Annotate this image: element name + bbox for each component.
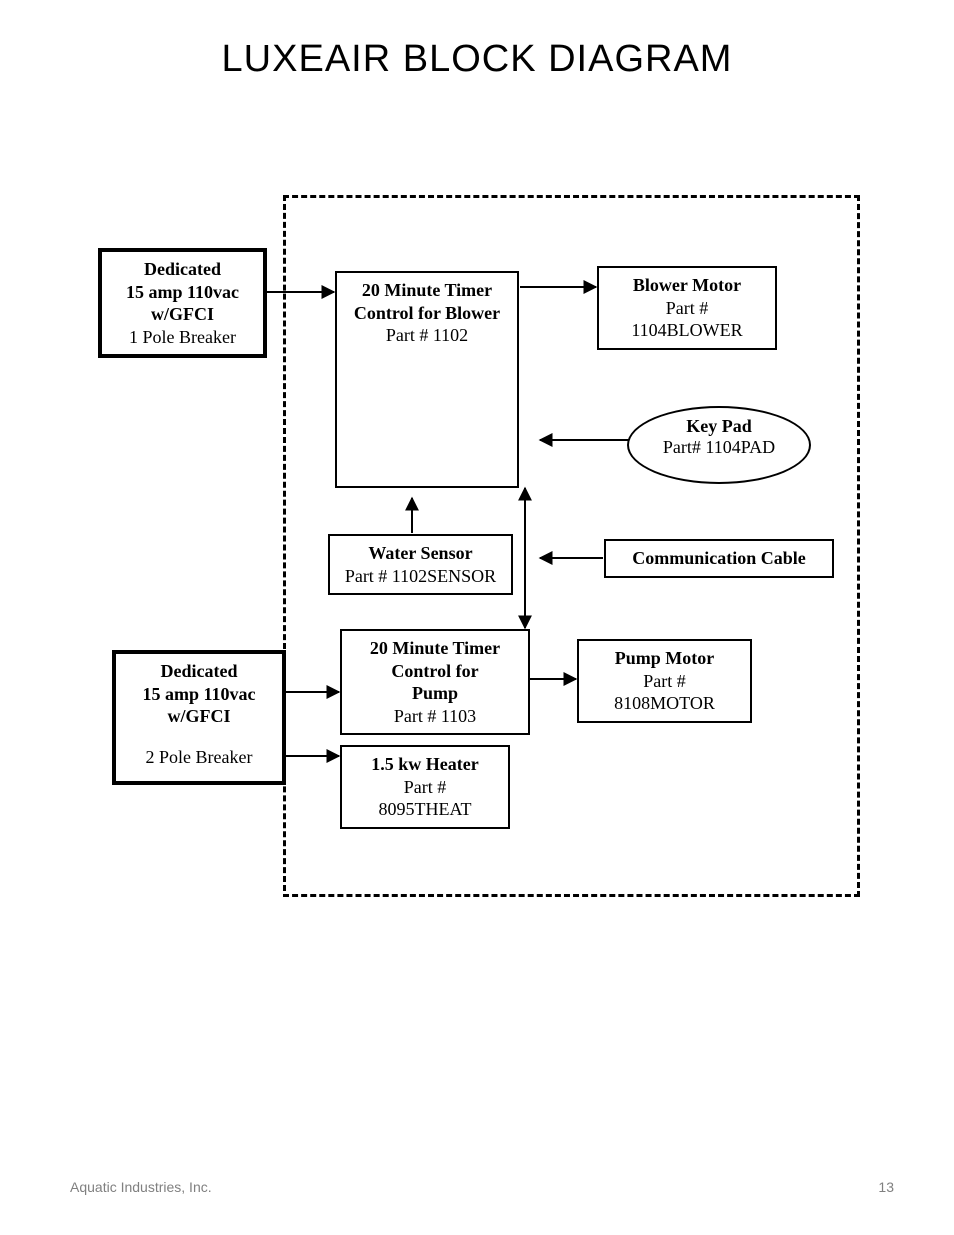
- block-water-sensor: Water Sensor Part # 1102SENSOR: [328, 534, 513, 595]
- label: Part #: [607, 297, 767, 320]
- label: Part # 1102SENSOR: [338, 565, 503, 588]
- label: 2 Pole Breaker: [124, 746, 274, 769]
- label: 15 amp 110vac: [110, 281, 255, 304]
- label: Pump Motor: [587, 647, 742, 670]
- footer-page-num: 13: [878, 1179, 894, 1195]
- label: w/GFCI: [124, 705, 274, 728]
- block-heater: 1.5 kw Heater Part # 8095THEAT: [340, 745, 510, 829]
- system-enclosure-left: [283, 195, 286, 891]
- label: Blower Motor: [607, 274, 767, 297]
- label: Communication Cable: [614, 547, 824, 570]
- block-dedicated-breaker-1: Dedicated 15 amp 110vac w/GFCI 1 Pole Br…: [98, 248, 267, 358]
- label: Key Pad: [629, 416, 809, 437]
- block-pump-motor: Pump Motor Part # 8108MOTOR: [577, 639, 752, 723]
- block-communication-cable: Communication Cable: [604, 539, 834, 578]
- label: 8108MOTOR: [587, 692, 742, 715]
- label: 8095THEAT: [350, 798, 500, 821]
- label: w/GFCI: [110, 303, 255, 326]
- label: 1104BLOWER: [607, 319, 767, 342]
- label: Control for: [350, 660, 520, 683]
- label: Part #: [350, 776, 500, 799]
- label: Dedicated: [124, 660, 274, 683]
- label: Pump: [350, 682, 520, 705]
- label: Part # 1102: [345, 324, 509, 347]
- label: Water Sensor: [338, 542, 503, 565]
- label: Control for Blower: [345, 302, 509, 325]
- block-timer-blower: 20 Minute Timer Control for Blower Part …: [335, 271, 519, 488]
- label: 20 Minute Timer: [345, 279, 509, 302]
- diagram-title: LUXEAIR BLOCK DIAGRAM: [0, 38, 954, 81]
- block-timer-pump: 20 Minute Timer Control for Pump Part # …: [340, 629, 530, 735]
- footer-company: Aquatic Industries, Inc.: [70, 1179, 212, 1195]
- label: Part #: [587, 670, 742, 693]
- label: 1.5 kw Heater: [350, 753, 500, 776]
- block-dedicated-breaker-2: Dedicated 15 amp 110vac w/GFCI 2 Pole Br…: [112, 650, 286, 785]
- label: Part # 1103: [350, 705, 520, 728]
- block-keypad: Key Pad Part# 1104PAD: [627, 406, 811, 484]
- label: 1 Pole Breaker: [110, 326, 255, 349]
- label: Part# 1104PAD: [629, 437, 809, 458]
- label: Dedicated: [110, 258, 255, 281]
- block-blower-motor: Blower Motor Part # 1104BLOWER: [597, 266, 777, 350]
- page: LUXEAIR BLOCK DIAGRAM Dedicated 15 amp 1…: [0, 0, 954, 1235]
- label: 15 amp 110vac: [124, 683, 274, 706]
- label: 20 Minute Timer: [350, 637, 520, 660]
